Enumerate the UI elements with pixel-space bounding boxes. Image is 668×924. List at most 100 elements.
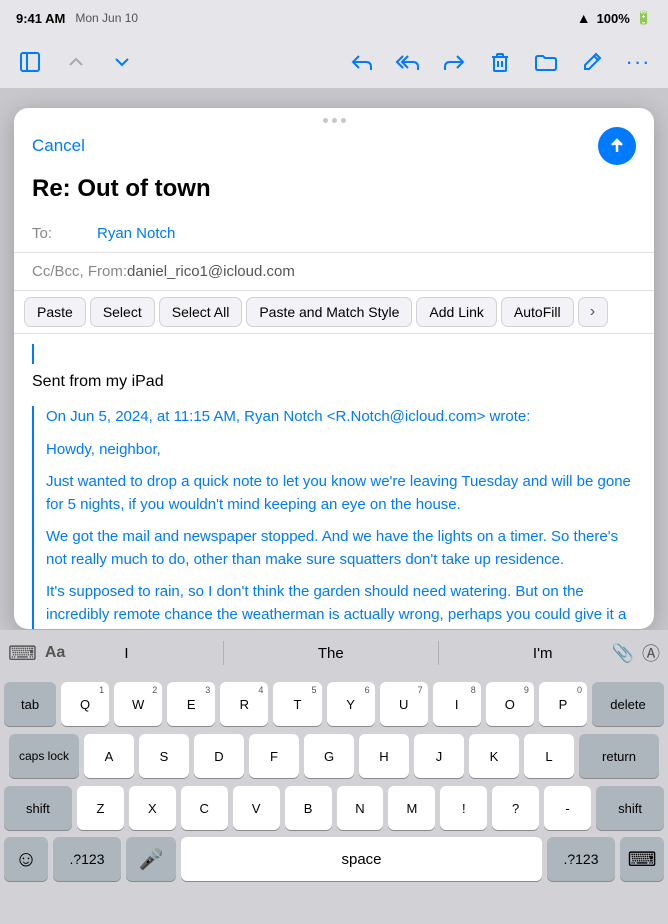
key-a[interactable]: A (84, 734, 134, 778)
drag-dot (332, 118, 337, 123)
chevron-right-icon: › (590, 303, 595, 321)
paste-button[interactable]: Paste (24, 297, 86, 327)
to-field[interactable]: To: Ryan Notch (14, 215, 654, 253)
folder-button[interactable] (528, 44, 564, 80)
tab-key[interactable]: tab (4, 682, 56, 726)
mic-key[interactable]: 🎤 (126, 837, 176, 881)
key-t[interactable]: 5 T (273, 682, 321, 726)
select-button[interactable]: Select (90, 297, 155, 327)
return-label: return (602, 749, 636, 764)
key-q[interactable]: 1 Q (61, 682, 109, 726)
quoted-para4: It's supposed to rain, so I don't think … (46, 581, 636, 629)
key-l[interactable]: L (524, 734, 574, 778)
autofill-button[interactable]: AutoFill (501, 297, 574, 327)
paste-match-button[interactable]: Paste and Match Style (246, 297, 412, 327)
wifi-icon: ▲ (577, 10, 591, 26)
shift-key-right[interactable]: shift (596, 786, 664, 830)
key-k[interactable]: K (469, 734, 519, 778)
caps-lock-label: caps lock (19, 749, 69, 763)
battery-text: 100% (597, 11, 630, 26)
keyboard-dismiss-key[interactable]: ⌨ (620, 837, 664, 881)
status-bar: 9:41 AM Mon Jun 10 ▲ 100% 🔋 (0, 0, 668, 36)
key-i[interactable]: 8 I (433, 682, 481, 726)
space-label: space (341, 851, 381, 868)
key-d[interactable]: D (194, 734, 244, 778)
cancel-button[interactable]: Cancel (32, 136, 85, 156)
key-y[interactable]: 6 Y (327, 682, 375, 726)
compose-body[interactable]: Sent from my iPad On Jun 5, 2024, at 11:… (14, 334, 654, 629)
key-exclaim[interactable]: ! (440, 786, 487, 830)
return-key[interactable]: return (579, 734, 659, 778)
to-value: Ryan Notch (97, 225, 175, 242)
context-menu-chevron[interactable]: › (578, 297, 608, 327)
sidebar-toggle-button[interactable] (12, 44, 48, 80)
delete-key[interactable]: delete (592, 682, 664, 726)
drag-handle (14, 108, 654, 127)
key-u[interactable]: 7 U (380, 682, 428, 726)
key-o[interactable]: 9 O (486, 682, 534, 726)
key-e[interactable]: 3 E (167, 682, 215, 726)
key-p[interactable]: 0 P (539, 682, 587, 726)
quoted-para3: We got the mail and newspaper stopped. A… (46, 526, 636, 571)
caps-lock-key[interactable]: caps lock (9, 734, 79, 778)
compose-button[interactable] (574, 44, 610, 80)
cc-field[interactable]: Cc/Bcc, From: daniel_rico1@icloud.com (14, 253, 654, 291)
pred-separator (438, 641, 439, 665)
key-g[interactable]: G (304, 734, 354, 778)
key-s[interactable]: S (139, 734, 189, 778)
key-n[interactable]: N (337, 786, 384, 830)
formatting-icon[interactable]: Ⓐ (642, 640, 660, 666)
time: 9:41 AM (16, 11, 65, 26)
pred-suggestion-3[interactable]: I'm (525, 641, 561, 666)
symbol-mode-label-left: .?123 (69, 851, 104, 867)
delete-label: delete (610, 697, 645, 712)
key-dash[interactable]: - (544, 786, 591, 830)
key-f[interactable]: F (249, 734, 299, 778)
subject-field[interactable]: Re: Out of town (14, 175, 654, 215)
drag-dot (323, 118, 328, 123)
symbol-mode-key-left[interactable]: .?123 (53, 837, 121, 881)
key-r[interactable]: 4 R (220, 682, 268, 726)
key-w[interactable]: 2 W (114, 682, 162, 726)
text-size-icon[interactable]: Aa (45, 644, 65, 662)
emoji-key[interactable]: ☺ (4, 837, 48, 881)
reply-button[interactable] (344, 44, 380, 80)
key-question[interactable]: ? (492, 786, 539, 830)
cursor-row (32, 344, 636, 364)
pred-suggestion-2[interactable]: The (310, 641, 352, 666)
reply-all-button[interactable] (390, 44, 426, 80)
key-c[interactable]: C (181, 786, 228, 830)
quoted-para2: Just wanted to drop a quick note to let … (46, 471, 636, 516)
battery-icon: 🔋 (636, 10, 652, 26)
sent-from-signature: Sent from my iPad (32, 370, 636, 394)
symbol-mode-label-right: .?123 (563, 851, 598, 867)
shift-label-left: shift (26, 801, 50, 816)
shift-key-left[interactable]: shift (4, 786, 72, 830)
key-h[interactable]: H (359, 734, 409, 778)
space-key[interactable]: space (181, 837, 542, 881)
navigate-down-button[interactable] (104, 44, 140, 80)
key-z[interactable]: Z (77, 786, 124, 830)
cc-label: Cc/Bcc, From: (32, 263, 127, 280)
attachment-icon[interactable]: 📎 (612, 643, 634, 664)
select-all-button[interactable]: Select All (159, 297, 243, 327)
key-b[interactable]: B (285, 786, 332, 830)
navigate-up-button[interactable] (58, 44, 94, 80)
context-menu-toolbar: Paste Select Select All Paste and Match … (14, 291, 654, 334)
add-link-button[interactable]: Add Link (416, 297, 496, 327)
quoted-para1: Howdy, neighbor, (46, 439, 636, 462)
pred-suggestion-1[interactable]: I (116, 641, 136, 666)
keyboard-row-2: caps lock A S D F G H J K L return (4, 734, 664, 778)
key-v[interactable]: V (233, 786, 280, 830)
key-m[interactable]: M (388, 786, 435, 830)
trash-button[interactable] (482, 44, 518, 80)
forward-button[interactable] (436, 44, 472, 80)
keyboard-settings-icon[interactable]: ⌨ (8, 641, 37, 666)
send-button[interactable] (598, 127, 636, 165)
key-j[interactable]: J (414, 734, 464, 778)
more-button[interactable]: ··· (620, 44, 656, 80)
key-x[interactable]: X (129, 786, 176, 830)
symbol-mode-key-right[interactable]: .?123 (547, 837, 615, 881)
keyboard-bottom-row: ☺ .?123 🎤 space .?123 ⌨ (0, 834, 668, 884)
keyboard-icon: ⌨ (628, 847, 657, 872)
